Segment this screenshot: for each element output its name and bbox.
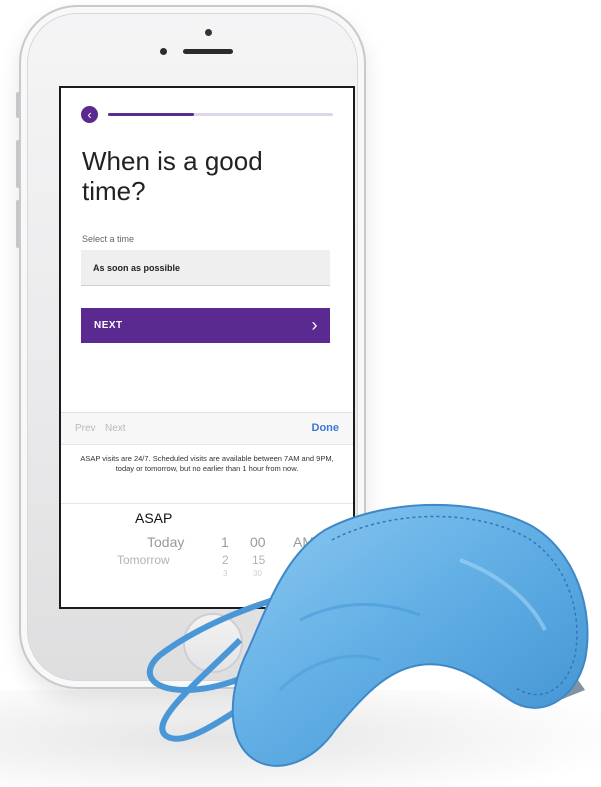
mask-body [231, 503, 589, 767]
sleep-mask-image [146, 503, 589, 767]
product-scene: ‹ When is a good time? Select a time As … [0, 0, 601, 787]
